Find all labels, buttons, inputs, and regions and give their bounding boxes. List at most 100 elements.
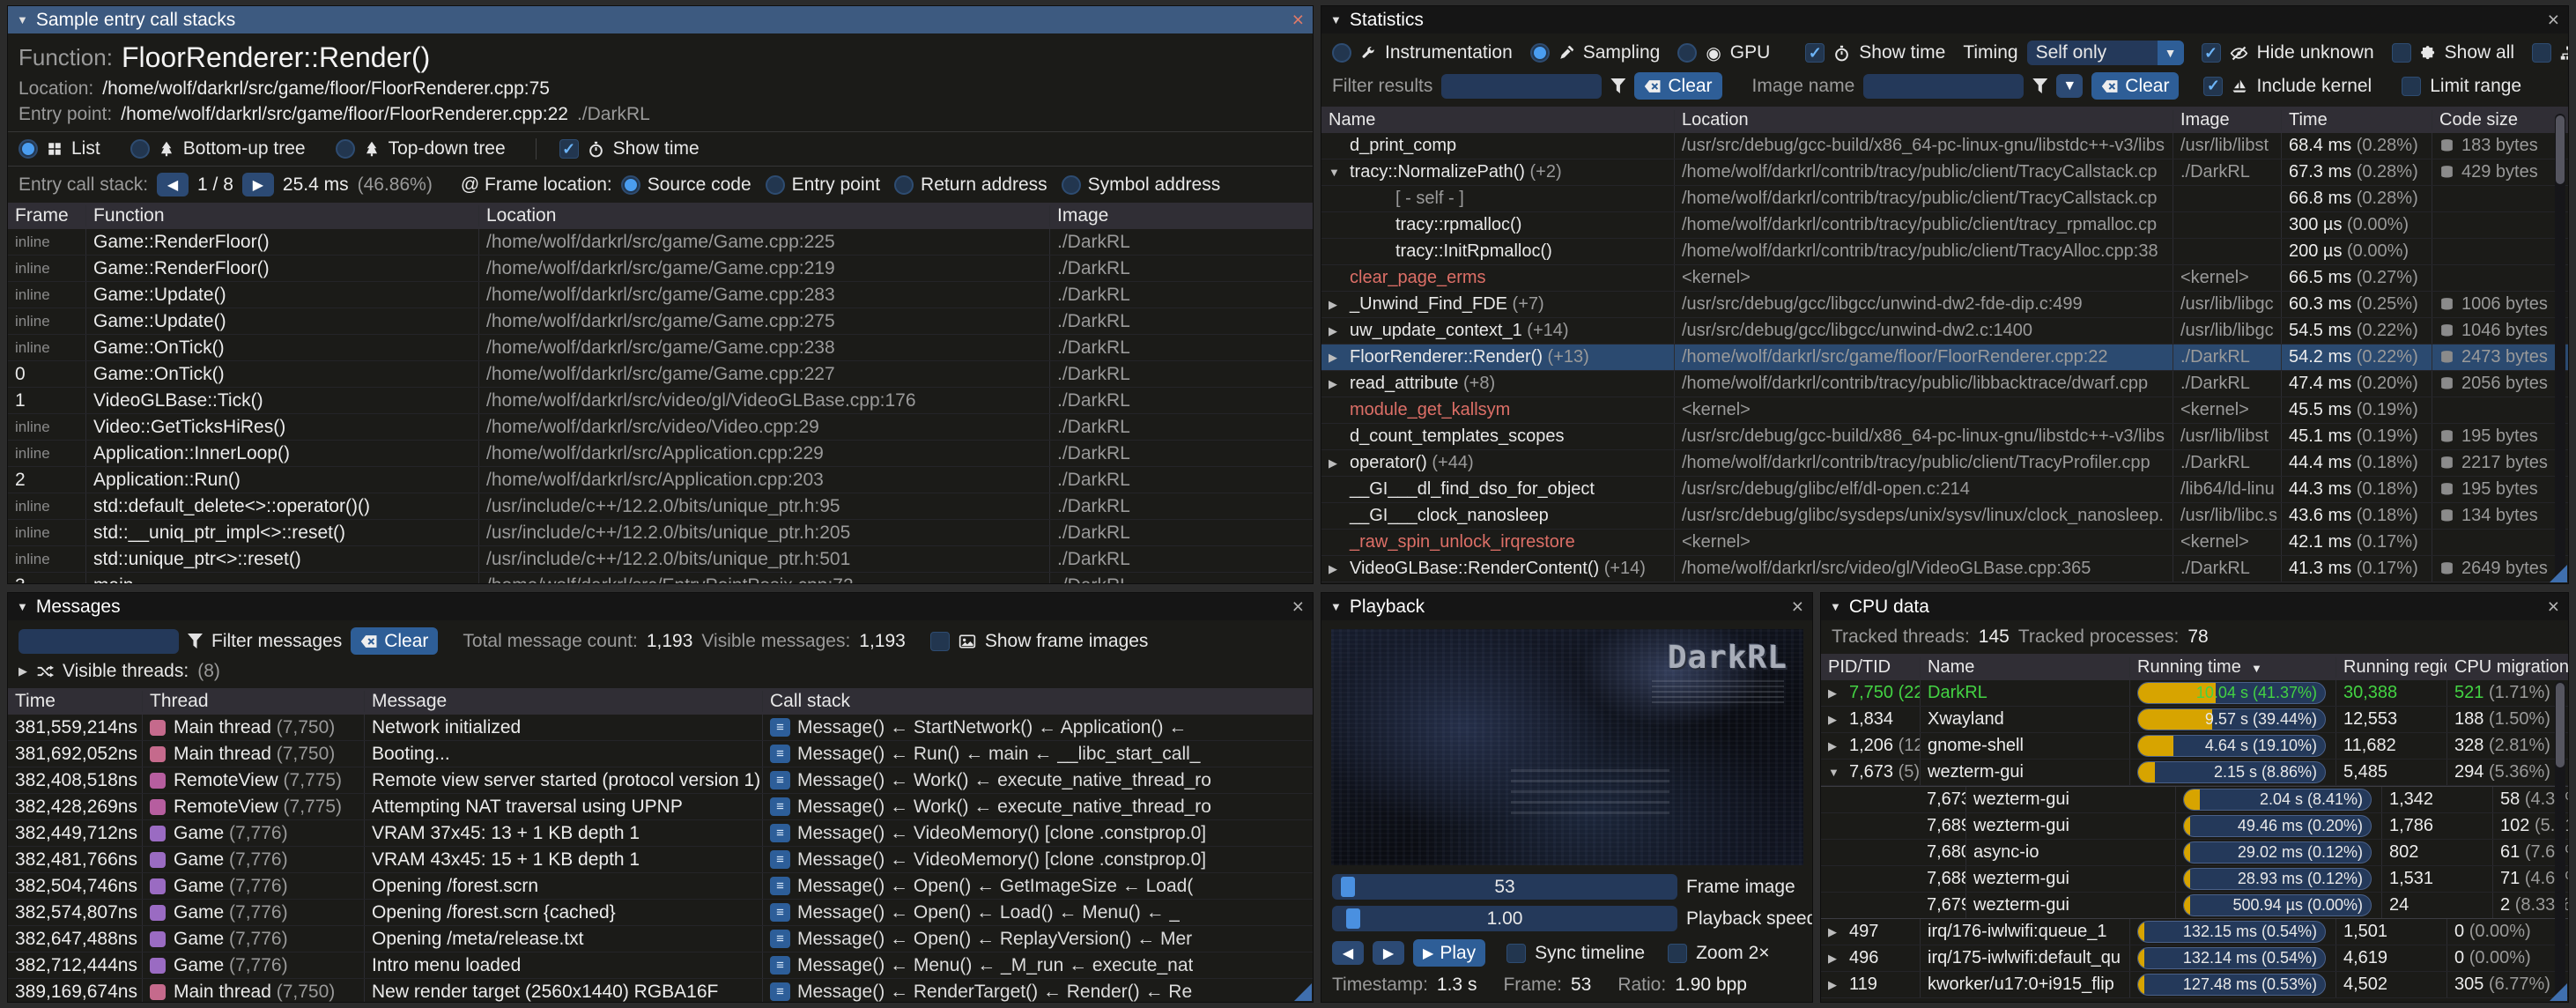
callstack-text[interactable]: Message() ← Work() ← execute_native_thre… — [797, 797, 1211, 818]
close-icon[interactable]: × — [1292, 597, 1304, 617]
sampling-radio[interactable] — [1530, 43, 1550, 63]
call-stack-frame-row[interactable]: inline Application::InnerLoop() /home/wo… — [8, 441, 1313, 467]
expander-icon[interactable]: ▶ — [1329, 298, 1350, 312]
call-stack-frame-row[interactable]: 2 Application::Run() /home/wolf/darkrl/s… — [8, 467, 1313, 493]
stats-row[interactable]: [ - self - ] /home/wolf/darkrl/contrib/t… — [1321, 186, 2568, 212]
message-row[interactable]: 382,647,488ns Game (7,776) Opening /meta… — [8, 926, 1313, 952]
callstack-text[interactable]: Message() ← Open() ← Load() ← Menu() ← _ — [797, 902, 1180, 923]
cpu-thread-row[interactable]: 7,673 wezterm-gui 2.04 s (8.41%) 1,342 5… — [1821, 786, 2568, 813]
call-stack-frame-row[interactable]: inline Game::OnTick() /home/wolf/darkrl/… — [8, 335, 1313, 361]
cpu-thread-row[interactable]: ▶ 1,834 Xwayland 9.57 s (39.44%) 12,553 … — [1821, 707, 2568, 733]
resize-grip[interactable] — [2550, 983, 2567, 1001]
cpu-thread-row[interactable]: 7,689 wezterm-gui 49.46 ms (0.20%) 1,786… — [1821, 813, 2568, 840]
image-name-input[interactable] — [1863, 74, 2024, 99]
call-stack-frame-row[interactable]: 0 Game::OnTick() /home/wolf/darkrl/src/g… — [8, 361, 1313, 388]
collapse-caret-icon[interactable]: ▼ — [17, 13, 28, 26]
next-stack-button[interactable]: ▶ — [242, 173, 274, 196]
callstack-list-icon[interactable]: ≡ — [770, 771, 790, 789]
stats-row[interactable]: __GI___dl_find_dso_for_object /usr/src/d… — [1321, 477, 2568, 503]
cpu-thread-row[interactable]: ▶ 1,206 (12) gnome-shell 4.64 s (19.10%)… — [1821, 733, 2568, 760]
frame-function[interactable]: Application::InnerLoop() — [93, 443, 290, 464]
sort-icon[interactable]: ▼ — [2251, 662, 2262, 675]
callstack-list-icon[interactable]: ≡ — [770, 824, 790, 842]
expander-icon[interactable]: ▶ — [1828, 925, 1849, 939]
expander-icon[interactable]: ▶ — [1329, 351, 1350, 365]
frame-function[interactable]: std::__uniq_ptr_impl<>::reset() — [93, 523, 345, 544]
resize-grip[interactable] — [2550, 565, 2567, 582]
stat-function-name[interactable]: VideoGLBase::RenderContent() — [1350, 559, 1599, 579]
message-row[interactable]: 382,408,518ns RemoteView (7,775) Remote … — [8, 767, 1313, 794]
callstack-text[interactable]: Message() ← VideoMemory() [clone .constp… — [797, 823, 1206, 844]
panel-titlebar[interactable]: ▼ Playback × — [1321, 593, 1812, 620]
running-time-bar[interactable]: 9.57 s (39.44%) — [2137, 708, 2326, 730]
message-row[interactable]: 381,559,214ns Main thread (7,750) Networ… — [8, 715, 1313, 741]
callstack-list-icon[interactable]: ≡ — [770, 956, 790, 975]
frame-function[interactable]: VideoGLBase::Tick() — [93, 390, 263, 411]
message-row[interactable]: 382,481,766ns Game (7,776) VRAM 43x45: 1… — [8, 847, 1313, 873]
call-stack-frame-row[interactable]: inline std::default_delete<>::operator()… — [8, 493, 1313, 520]
stats-scrollbar-thumb[interactable] — [2556, 115, 2565, 184]
frame-function[interactable]: Game::OnTick() — [93, 337, 225, 359]
stat-function-name[interactable]: module_get_kallsym — [1350, 400, 1510, 420]
expander-icon[interactable]: ▶ — [1329, 324, 1350, 338]
clear-image-filter-button[interactable]: Clear — [2091, 72, 2179, 100]
list-view-radio[interactable] — [19, 139, 38, 159]
stat-function-name[interactable]: read_attribute — [1350, 374, 1458, 394]
show-time-checkbox[interactable] — [1805, 43, 1825, 63]
filter-icon[interactable] — [2032, 78, 2047, 93]
callstack-list-icon[interactable]: ≡ — [770, 718, 790, 737]
expander-icon[interactable]: ▶ — [1828, 952, 1849, 966]
cpu-thread-row[interactable]: ▶ 496 irq/175-iwlwifi:default_qu 132.14 … — [1821, 945, 2568, 972]
resize-grip[interactable] — [1294, 983, 1312, 1001]
call-stack-frame-row[interactable]: inline Video::GetTicksHiRes() /home/wolf… — [8, 414, 1313, 441]
stats-row[interactable]: clear_page_erms <kernel> <kernel> 66.5 m… — [1321, 265, 2568, 292]
message-row[interactable]: 382,449,712ns Game (7,776) VRAM 37x45: 1… — [8, 820, 1313, 847]
stat-function-name[interactable]: _Unwind_Find_FDE — [1350, 294, 1507, 315]
bottom-up-radio[interactable] — [130, 139, 150, 159]
stats-row[interactable]: ▶ uw_update_context_1 (+14) /usr/src/deb… — [1321, 318, 2568, 345]
filter-icon[interactable] — [1610, 78, 1625, 93]
cpu-thread-row[interactable]: ▼ 7,673 (5) wezterm-gui 2.15 s (8.86%) 5… — [1821, 760, 2568, 786]
running-time-bar[interactable]: 10.04 s (41.37%) — [2137, 682, 2326, 704]
running-time-bar[interactable]: 29.02 ms (0.12%) — [2183, 841, 2372, 863]
stats-table-header[interactable]: Name Location Image Time Code size — [1321, 107, 2568, 133]
panel-titlebar[interactable]: ▼ CPU data × — [1821, 593, 2568, 620]
stat-function-name[interactable]: tracy::rpmalloc() — [1350, 215, 1521, 235]
stats-row[interactable]: d_print_comp /usr/src/debug/gcc-build/x8… — [1321, 133, 2568, 159]
limit-range-checkbox[interactable] — [2402, 77, 2421, 96]
cpu-thread-row[interactable]: 7,680 async-io 29.02 ms (0.12%) 802 61 (… — [1821, 840, 2568, 866]
callstack-list-icon[interactable]: ≡ — [770, 930, 790, 948]
frame-function[interactable]: main — [93, 575, 134, 585]
gpu-radio[interactable] — [1677, 43, 1697, 63]
running-time-bar[interactable]: 2.15 s (8.86%) — [2137, 761, 2326, 783]
show-all-checkbox[interactable] — [2392, 43, 2411, 63]
message-row[interactable]: 382,504,746ns Game (7,776) Opening /fore… — [8, 873, 1313, 900]
callstack-text[interactable]: Message() ← Work() ← execute_native_thre… — [797, 770, 1211, 791]
running-time-bar[interactable]: 132.14 ms (0.54%) — [2137, 947, 2326, 969]
stat-function-name[interactable]: [ - self - ] — [1350, 189, 1464, 209]
stat-function-name[interactable]: FloorRenderer::Render() — [1350, 347, 1543, 367]
clear-filter-button[interactable]: Clear — [351, 627, 438, 655]
panel-titlebar[interactable]: ▼ Statistics × — [1321, 6, 2568, 33]
message-filter-input[interactable] — [19, 629, 179, 654]
visible-threads-expander[interactable]: ▶ — [19, 664, 27, 678]
expander-icon[interactable]: ▶ — [1329, 562, 1350, 576]
top-down-radio[interactable] — [336, 139, 355, 159]
callstack-text[interactable]: Message() ← VideoMemory() [clone .constp… — [797, 849, 1206, 871]
callstack-text[interactable]: Message() ← RenderTarget() ← Render() ← … — [797, 982, 1192, 1003]
running-time-bar[interactable]: 132.15 ms (0.54%) — [2137, 921, 2326, 943]
instrumentation-radio[interactable] — [1332, 43, 1351, 63]
collapse-caret-icon[interactable]: ▼ — [1830, 600, 1841, 613]
frame-location-radio[interactable] — [621, 175, 640, 195]
call-stack-frame-row[interactable]: inline Game::Update() /home/wolf/darkrl/… — [8, 308, 1313, 335]
callstack-text[interactable]: Message() ← Run() ← main ← __libc_start_… — [797, 744, 1201, 765]
image-filter-dropdown-button[interactable]: ▼ — [2056, 74, 2083, 98]
play-button[interactable]: ▶ Play — [1413, 939, 1485, 967]
expander-icon[interactable]: ▶ — [1329, 377, 1350, 391]
callstack-text[interactable]: Message() ← Menu() ← _M_run ← execute_na… — [797, 955, 1193, 976]
stat-function-name[interactable]: clear_page_erms — [1350, 268, 1486, 288]
call-stack-frame-row[interactable]: 3 main /home/wolf/darkrl/src/EntryPointP… — [8, 573, 1313, 584]
stats-row[interactable]: _raw_spin_unlock_irqrestore <kernel> <ke… — [1321, 530, 2568, 556]
inlines-checkbox[interactable] — [2532, 43, 2551, 63]
cpu-scrollbar[interactable] — [2555, 681, 2565, 997]
